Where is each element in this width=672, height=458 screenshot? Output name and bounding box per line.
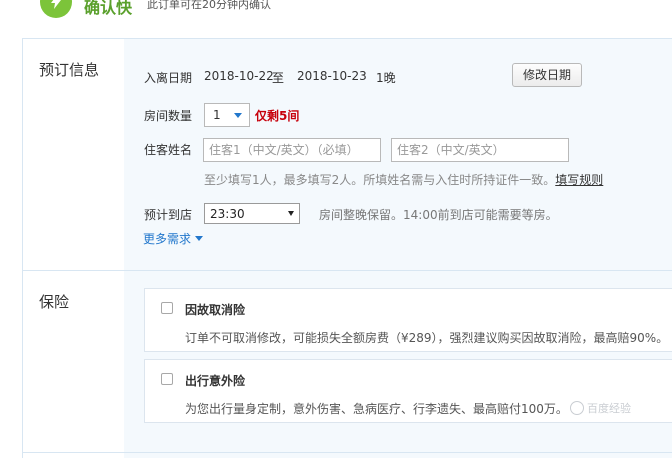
room-count-label: 房间数量 (144, 109, 193, 123)
guest-name-label: 住客姓名 (144, 143, 193, 157)
checkout-date: 2018-10-23 (297, 69, 367, 83)
insurance-option-card[interactable]: 因故取消险 订单不可取消修改，可能损失全额房费（¥289），强烈建议购买因故取消… (144, 288, 672, 352)
more-requests-toggle[interactable]: 更多需求 (143, 230, 204, 247)
booking-info-section: 预订信息 入离日期 2018-10-22 至 2018-10-23 1晚 修改日… (22, 38, 672, 271)
guest-name-hint: 至少填写1人，最多填写2人。所填姓名需与入住时所持证件一致。填写规则 (204, 171, 603, 188)
insurance-section-title: 保险 (39, 293, 70, 311)
rooms-remaining-badge: 仅剩5间 (255, 109, 300, 123)
insurance-content: 因故取消险 订单不可取消修改，可能损失全额房费（¥289），强烈建议购买因故取消… (124, 271, 672, 452)
chevron-down-icon (234, 113, 242, 118)
lightning-icon (40, 0, 72, 18)
room-count-select[interactable]: 1 (204, 103, 250, 127)
caret-down-icon (195, 236, 204, 241)
insurance-name: 出行意外险 (185, 374, 246, 388)
confirm-fast-title: 确认快 (84, 0, 133, 17)
watermark-text: 百度经验 (587, 402, 631, 415)
date-separator: 至 (272, 71, 285, 85)
booking-content: 入离日期 2018-10-22 至 2018-10-23 1晚 修改日期 房间数… (124, 39, 672, 270)
cancel-insurance-checkbox[interactable] (161, 302, 173, 314)
insurance-name: 因故取消险 (185, 303, 246, 317)
more-requests-label: 更多需求 (143, 232, 192, 246)
booking-section-title: 预订信息 (39, 61, 100, 79)
arrival-time-select[interactable]: 23:30 (204, 203, 300, 224)
room-count-value: 1 (213, 108, 221, 122)
insurance-description: 订单不可取消修改，可能损失全额房费（¥289），强烈建议购买因故取消险，最高赔9… (185, 331, 669, 345)
nights-count: 1晚 (376, 71, 396, 85)
arrival-time-value: 23:30 (210, 207, 245, 221)
arrival-time-label: 预计到店 (144, 208, 193, 222)
watermark-logo-icon (570, 401, 584, 415)
next-section (22, 452, 672, 458)
checkin-date: 2018-10-22 (204, 69, 274, 83)
stay-dates-label: 入离日期 (144, 71, 193, 85)
dropdown-arrow-icon (288, 211, 294, 216)
travel-accident-checkbox[interactable] (161, 373, 173, 385)
fill-rules-link[interactable]: 填写规则 (555, 173, 603, 187)
watermark: 百度经验 (570, 400, 631, 416)
guest2-name-input[interactable]: 住客2（中文/英文） (391, 138, 569, 162)
confirm-fast-note: 此订单可在20分钟内确认 (147, 0, 271, 11)
insurance-section: 保险 因故取消险 订单不可取消修改，可能损失全额房费（¥289），强烈建议购买因… (22, 271, 672, 453)
insurance-description: 为您出行量身定制，意外伤害、急病医疗、行李遗失、最高赔付100万。 (185, 402, 568, 416)
edit-dates-button[interactable]: 修改日期 (512, 63, 582, 87)
confirm-fast-banner: 确认快 此订单可在20分钟内确认 (0, 0, 672, 30)
guest1-name-input[interactable]: 住客1（中文/英文）（必填） (203, 138, 381, 162)
guest-hint-text: 至少填写1人，最多填写2人。所填姓名需与入住时所持证件一致。 (204, 173, 556, 187)
arrival-note: 房间整晚保留。14:00前到店可能需要等房。 (319, 208, 558, 222)
